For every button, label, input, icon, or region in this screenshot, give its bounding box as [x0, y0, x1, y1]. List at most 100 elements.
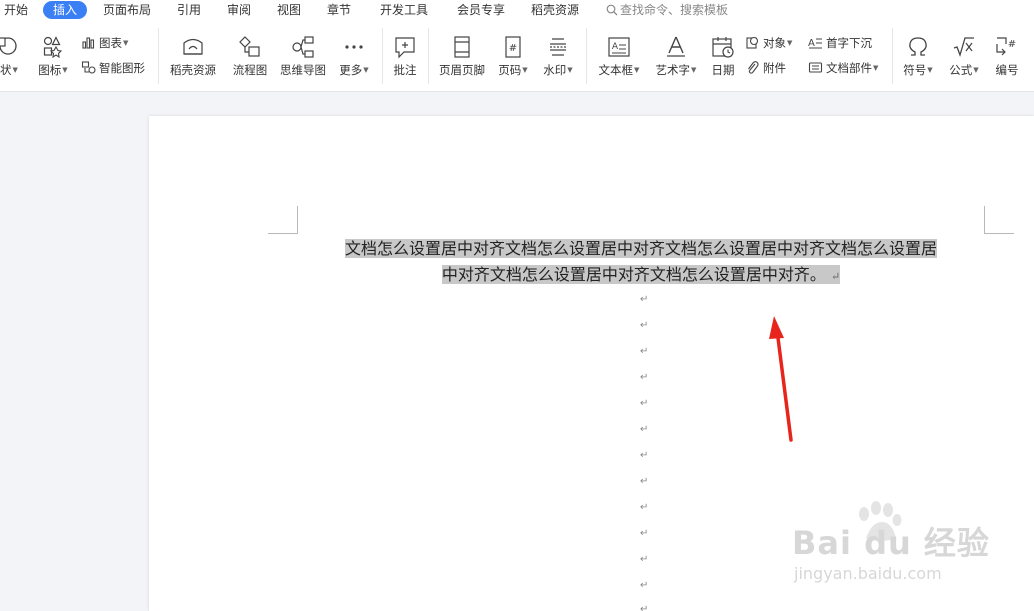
- document-paragraph[interactable]: 文档怎么设置居中对齐文档怎么设置居中对齐文档怎么设置居中对齐文档怎么设置居 中对…: [305, 236, 977, 290]
- svg-text:A: A: [612, 42, 619, 52]
- more-button[interactable]: 更多▼: [336, 34, 372, 77]
- date-label: 日期: [711, 63, 735, 77]
- shape-label: 状: [0, 63, 12, 77]
- command-search[interactable]: 查找命令、搜索模板: [606, 2, 728, 18]
- watermark-url: jingyan.baidu.com: [794, 564, 942, 583]
- menu-tab-docer[interactable]: 稻壳资源: [531, 2, 579, 18]
- svg-text:#: #: [1008, 39, 1016, 50]
- menu-tab-chapter[interactable]: 章节: [327, 2, 351, 18]
- menu-tab-developer[interactable]: 开发工具: [380, 2, 428, 18]
- docer-resource-button[interactable]: 稻壳资源: [166, 34, 220, 77]
- paragraph-mark: ↵: [640, 580, 649, 591]
- ribbon-separator: [892, 28, 893, 84]
- numbering-icon: #: [996, 37, 1016, 56]
- menu-tab-home[interactable]: 开始: [4, 2, 28, 18]
- comment-label: 批注: [393, 63, 417, 77]
- wordart-label: 艺术字: [655, 63, 691, 77]
- watermark-main: Bai du 经验: [792, 524, 990, 562]
- mindmap-label: 思维导图: [280, 63, 326, 77]
- shape-button[interactable]: 状▼: [0, 34, 22, 77]
- chart-label: 图表: [99, 36, 122, 50]
- icons-label: 图标: [38, 63, 62, 77]
- textbox-icon: A: [608, 37, 630, 57]
- more-icon: [345, 45, 363, 49]
- wordart-icon: [667, 36, 685, 57]
- comment-icon: [395, 37, 415, 59]
- mindmap-icon: [292, 36, 314, 58]
- menu-tab-page-layout[interactable]: 页面布局: [103, 2, 151, 18]
- paragraph-mark: ↵: [640, 398, 649, 409]
- drop-cap-icon: A: [808, 38, 822, 49]
- selected-text-line-2[interactable]: 中对齐文档怎么设置居中对齐文档怎么设置居中对齐。: [442, 265, 826, 284]
- page-number-icon: #: [505, 36, 521, 58]
- page-number-button[interactable]: # 页码▼: [496, 34, 530, 77]
- textbox-button[interactable]: A 文本框▼: [594, 34, 644, 77]
- doc-parts-icon: [808, 62, 823, 73]
- paperclip-icon: [748, 61, 759, 74]
- paragraph-mark: ↵: [640, 424, 649, 435]
- numbering-label: 编号: [995, 63, 1019, 77]
- ribbon-separator: [158, 28, 159, 84]
- more-label: 更多: [339, 63, 363, 77]
- object-button[interactable]: 对象▼: [745, 35, 792, 51]
- baidu-watermark: Bai du 经验 jingyan.baidu.com: [792, 498, 990, 583]
- formula-label: 公式: [949, 63, 973, 77]
- header-footer-label: 页眉页脚: [439, 63, 485, 77]
- svg-text:A: A: [808, 38, 815, 49]
- symbol-button[interactable]: 符号▼: [900, 34, 936, 77]
- page-number-label: 页码: [498, 63, 522, 77]
- formula-button[interactable]: 公式▼: [946, 34, 982, 77]
- icons-button[interactable]: 图标▼: [36, 34, 70, 77]
- docer-resource-label: 稻壳资源: [170, 63, 216, 77]
- doc-parts-button[interactable]: 文档部件▼: [808, 60, 878, 76]
- omega-icon: [909, 37, 927, 56]
- menu-tab-view[interactable]: 视图: [277, 2, 301, 18]
- paragraph-mark: ↵: [640, 320, 649, 331]
- ribbon-separator: [428, 28, 429, 84]
- docer-resource-icon: [183, 38, 203, 55]
- numbering-button[interactable]: # 编号: [990, 34, 1024, 77]
- calendar-icon: [712, 37, 734, 58]
- annotation-arrow: [769, 316, 793, 442]
- paragraph-mark: ↵: [640, 502, 649, 513]
- shape-icon: [0, 37, 17, 55]
- menu-tab-insert[interactable]: 插入: [43, 1, 88, 19]
- smart-graphic-label: 智能图形: [99, 61, 145, 75]
- paragraph-mark: ↵: [640, 372, 649, 383]
- flowchart-icon: [239, 36, 260, 57]
- mindmap-button[interactable]: 思维导图: [278, 34, 328, 77]
- ribbon-toolbar: 状▼ 图标▼ 图表▼ 智能图形 稻壳资源 流程图 思维导图 更多▼ 批注 页眉页…: [0, 20, 1034, 92]
- header-footer-button[interactable]: 页眉页脚: [436, 34, 488, 77]
- search-icon: [606, 4, 618, 16]
- attachment-label: 附件: [763, 61, 786, 75]
- ribbon-separator: [382, 28, 383, 84]
- menu-tab-member[interactable]: 会员专享: [457, 2, 505, 18]
- paragraph-mark: ↵: [640, 554, 649, 565]
- paragraph-mark: ↵: [640, 346, 649, 357]
- selected-text-line-1[interactable]: 文档怎么设置居中对齐文档怎么设置居中对齐文档怎么设置居中对齐文档怎么设置居: [344, 239, 937, 258]
- menu-tab-review[interactable]: 审阅: [227, 2, 251, 18]
- search-placeholder: 查找命令、搜索模板: [620, 3, 729, 17]
- object-label: 对象: [763, 36, 786, 50]
- margin-corner-left: [268, 206, 298, 234]
- header-footer-icon: [454, 36, 470, 58]
- flowchart-button[interactable]: 流程图: [230, 34, 270, 77]
- menu-tab-references[interactable]: 引用: [177, 2, 201, 18]
- paragraph-mark: ↵: [640, 604, 649, 611]
- wordart-button[interactable]: 艺术字▼: [652, 34, 700, 77]
- paragraph-mark: ↵: [640, 528, 649, 539]
- attachment-button[interactable]: 附件: [745, 60, 786, 76]
- smart-graphic-button[interactable]: 智能图形: [81, 60, 145, 76]
- symbol-label: 符号: [903, 63, 927, 77]
- sqrt-icon: [953, 37, 974, 58]
- menu-bar: 开始 插入 页面布局 引用 审阅 视图 章节 开发工具 会员专享 稻壳资源 查找…: [0, 0, 1034, 20]
- comment-button[interactable]: 批注: [390, 34, 420, 77]
- drop-cap-label: 首字下沉: [826, 36, 872, 50]
- chart-button[interactable]: 图表▼: [81, 35, 128, 51]
- drop-cap-button[interactable]: A 首字下沉: [808, 35, 872, 51]
- paragraph-mark: ↵: [830, 270, 841, 283]
- date-button[interactable]: 日期: [708, 34, 738, 77]
- paragraph-mark: ↵: [640, 450, 649, 461]
- watermark-button[interactable]: 水印▼: [540, 34, 576, 77]
- paragraph-mark: ↵: [640, 476, 649, 487]
